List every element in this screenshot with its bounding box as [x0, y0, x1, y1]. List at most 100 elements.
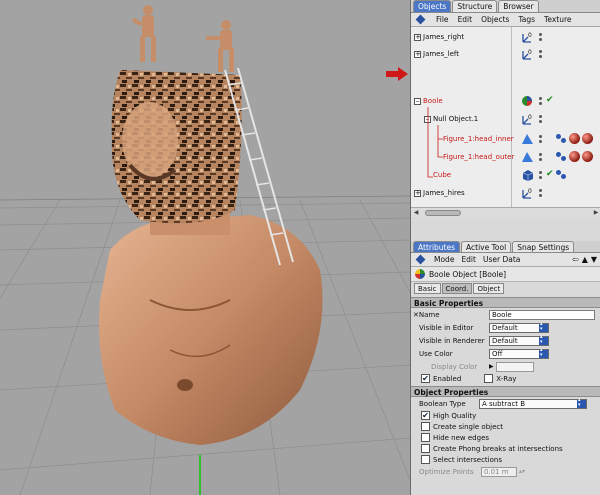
material-tag-icon[interactable]: [569, 133, 580, 144]
polygon-object-icon: [522, 152, 533, 162]
visibility-dots[interactable]: [539, 113, 543, 125]
object-list: + James_right 0 + James_left 0 – Boole ✔: [411, 27, 600, 217]
tab-browser[interactable]: Browser: [498, 0, 539, 12]
name-field[interactable]: Boole: [489, 309, 595, 320]
subtab-coord[interactable]: Coord.: [441, 283, 473, 294]
up-arrow-icon[interactable]: ▲: [582, 255, 588, 264]
null-object-icon: 0: [522, 32, 532, 43]
visible-editor-select[interactable]: Default: [489, 322, 549, 333]
xray-checkbox[interactable]: [484, 374, 494, 383]
polygon-object-icon: [522, 134, 533, 144]
tab-structure[interactable]: Structure: [452, 0, 498, 12]
enabled-check-icon[interactable]: ✔: [546, 169, 554, 179]
high-quality-label: High Quality: [433, 411, 477, 420]
phong-tag-icon[interactable]: [556, 151, 567, 162]
enabled-checkbox[interactable]: ✔: [421, 374, 430, 383]
null-object-icon: 0: [522, 114, 532, 125]
use-color-select[interactable]: Off: [489, 348, 549, 359]
enabled-check-icon[interactable]: ✔: [546, 95, 554, 105]
menu-texture[interactable]: Texture: [544, 15, 571, 24]
visibility-dots[interactable]: [539, 31, 543, 43]
xray-label: X-Ray: [496, 374, 517, 383]
phong-breaks-label: Create Phong breaks at intersections: [433, 444, 563, 453]
select-intersections-checkbox[interactable]: [421, 455, 430, 464]
name-row: ✕Name Boole: [411, 308, 600, 321]
high-quality-row: ✔ High Quality: [411, 410, 600, 421]
back-arrow-icon[interactable]: ⇦: [572, 255, 579, 264]
menu-edit[interactable]: Edit: [461, 255, 476, 264]
hide-edges-checkbox[interactable]: [421, 433, 430, 442]
menu-edit[interactable]: Edit: [458, 15, 473, 24]
enabled-label: Enabled: [433, 374, 462, 383]
menu-user-data[interactable]: User Data: [483, 255, 520, 264]
menu-tags[interactable]: Tags: [518, 15, 535, 24]
figure-right-model: [206, 20, 234, 72]
visibility-dots[interactable]: [539, 133, 543, 145]
use-color-row: Use Color Off: [411, 347, 600, 360]
display-color-swatch[interactable]: [495, 361, 534, 372]
optimize-points-label: Optimize Points: [419, 467, 474, 476]
tree-lines: [427, 107, 443, 178]
material-tag-icon[interactable]: [582, 151, 593, 162]
menu-objects[interactable]: Objects: [481, 15, 509, 24]
scrollbar-thumb[interactable]: [425, 210, 461, 216]
tab-objects[interactable]: Objects: [413, 0, 452, 12]
visible-editor-label: Visible in Editor: [419, 323, 474, 332]
object-title-bar: Boole Object [Boole]: [411, 267, 600, 282]
menu-file[interactable]: File: [436, 15, 449, 24]
boolean-type-select[interactable]: A subtract B: [479, 398, 587, 409]
visible-renderer-value: Default: [492, 336, 518, 345]
down-arrow-icon[interactable]: ▼: [591, 255, 597, 264]
horizontal-scrollbar[interactable]: ◀ ▶: [411, 207, 600, 217]
visibility-dots[interactable]: [539, 169, 543, 181]
scroll-right-icon[interactable]: ▶: [592, 209, 600, 217]
name-label-text: Name: [418, 310, 440, 319]
subtab-object[interactable]: Object: [473, 283, 505, 294]
visible-editor-row: Visible in Editor Default: [411, 321, 600, 334]
visibility-dots[interactable]: [539, 151, 543, 163]
high-quality-checkbox[interactable]: ✔: [421, 411, 430, 420]
menu-mode[interactable]: Mode: [434, 255, 454, 264]
stepper-icon[interactable]: ▴▾: [519, 468, 525, 475]
boolean-type-value: A subtract B: [482, 399, 526, 408]
material-tag-icon[interactable]: [569, 151, 580, 162]
null-icon-digit: 0: [528, 49, 532, 56]
tab-active-tool[interactable]: Active Tool: [461, 241, 512, 252]
attributes-tabbar: Attributes Active Tool Snap Settings: [411, 241, 600, 253]
visible-renderer-label: Visible in Renderer: [419, 336, 485, 345]
visibility-dots[interactable]: [539, 95, 543, 107]
phong-tag-icon[interactable]: [556, 133, 567, 144]
visible-editor-value: Default: [492, 323, 518, 332]
figure-left-model: [131, 5, 156, 62]
visibility-dots[interactable]: [539, 48, 543, 60]
tab-attributes[interactable]: Attributes: [413, 241, 461, 252]
tab-snap-settings[interactable]: Snap Settings: [512, 241, 575, 252]
pointer-icon[interactable]: [415, 15, 427, 25]
phong-breaks-checkbox[interactable]: [421, 444, 430, 453]
object-properties-header[interactable]: Object Properties: [411, 386, 600, 397]
visibility-dots[interactable]: [539, 187, 543, 199]
scroll-left-icon[interactable]: ◀: [412, 209, 420, 217]
name-label: ✕Name: [411, 311, 489, 319]
null-object-icon: 0: [522, 49, 532, 60]
hide-edges-label: Hide new edges: [433, 433, 490, 442]
enabled-xray-row: ✔ Enabled X-Ray: [411, 373, 600, 384]
null-icon-digit: 0: [528, 188, 532, 195]
objects-menubar: File Edit Objects Tags Texture: [411, 13, 600, 27]
create-single-row: Create single object: [411, 421, 600, 432]
app-window: Objects Structure Browser File Edit Obje…: [0, 0, 600, 495]
basic-properties-header[interactable]: Basic Properties: [411, 297, 600, 308]
side-panel: Objects Structure Browser File Edit Obje…: [410, 0, 600, 495]
visible-renderer-row: Visible in Renderer Default: [411, 334, 600, 347]
optimize-points-field[interactable]: 0.01 m: [481, 466, 517, 477]
create-single-checkbox[interactable]: [421, 422, 430, 431]
dropdown-arrow-icon: [539, 322, 548, 332]
3d-viewport[interactable]: [0, 0, 410, 495]
expand-arrow-icon[interactable]: ▶: [489, 363, 494, 370]
phong-tag-icon[interactable]: [556, 169, 567, 180]
material-tag-icon[interactable]: [582, 133, 593, 144]
subtab-basic[interactable]: Basic: [414, 283, 441, 294]
pointer-icon[interactable]: [415, 255, 427, 265]
boole-object-icon: [522, 96, 532, 106]
visible-renderer-select[interactable]: Default: [489, 335, 549, 346]
